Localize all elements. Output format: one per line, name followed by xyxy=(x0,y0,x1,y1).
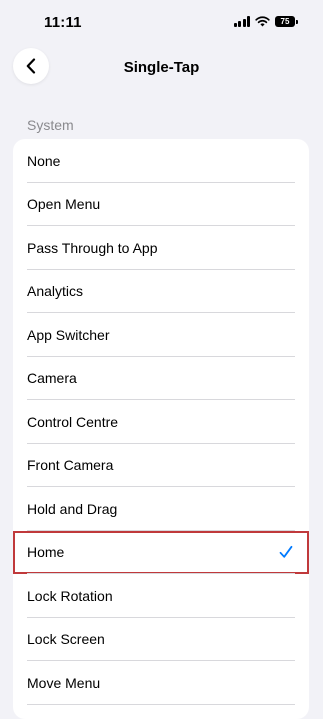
option-pass-through-to-app[interactable]: Pass Through to App xyxy=(13,226,309,270)
option-label: Lock Screen xyxy=(27,631,105,648)
option-none[interactable]: None xyxy=(13,139,309,183)
option-label: Control Centre xyxy=(27,413,119,430)
option-label: Move Menu xyxy=(27,674,101,691)
option-camera[interactable]: Camera xyxy=(13,357,309,401)
options-list: None Open Menu Pass Through to App Analy… xyxy=(13,139,309,719)
option-home[interactable]: Home xyxy=(13,530,309,574)
status-bar: 11:11 75 xyxy=(0,0,323,44)
checkmark-icon xyxy=(279,545,293,559)
wifi-icon xyxy=(255,16,270,27)
option-label: Pass Through to App xyxy=(27,239,158,256)
option-label: Home xyxy=(27,544,65,561)
status-icons: 75 xyxy=(233,16,298,27)
option-label: Lock Rotation xyxy=(27,587,113,604)
option-label: Open Menu xyxy=(27,196,101,213)
option-open-menu[interactable]: Open Menu xyxy=(13,183,309,227)
option-analytics[interactable]: Analytics xyxy=(13,270,309,314)
signal-icon xyxy=(233,16,250,27)
option-label: Hold and Drag xyxy=(27,500,118,517)
option-hold-and-drag[interactable]: Hold and Drag xyxy=(13,487,309,531)
option-move-menu[interactable]: Move Menu xyxy=(13,661,309,705)
option-label: Camera xyxy=(27,370,77,387)
option-label: Front Camera xyxy=(27,457,114,474)
option-front-camera[interactable]: Front Camera xyxy=(13,444,309,488)
option-lock-screen[interactable]: Lock Screen xyxy=(13,618,309,662)
section-header: System xyxy=(27,117,74,133)
status-time: 11:11 xyxy=(44,14,82,31)
option-label: None xyxy=(27,152,61,169)
option-control-centre[interactable]: Control Centre xyxy=(13,400,309,444)
battery-icon: 75 xyxy=(275,16,298,27)
page-title: Single-Tap xyxy=(123,59,200,76)
option-app-switcher[interactable]: App Switcher xyxy=(13,313,309,357)
option-label: App Switcher xyxy=(27,326,110,343)
option-lock-rotation[interactable]: Lock Rotation xyxy=(13,574,309,618)
option-label: Analytics xyxy=(27,283,84,300)
navigation-bar: Single-Tap xyxy=(0,44,323,90)
